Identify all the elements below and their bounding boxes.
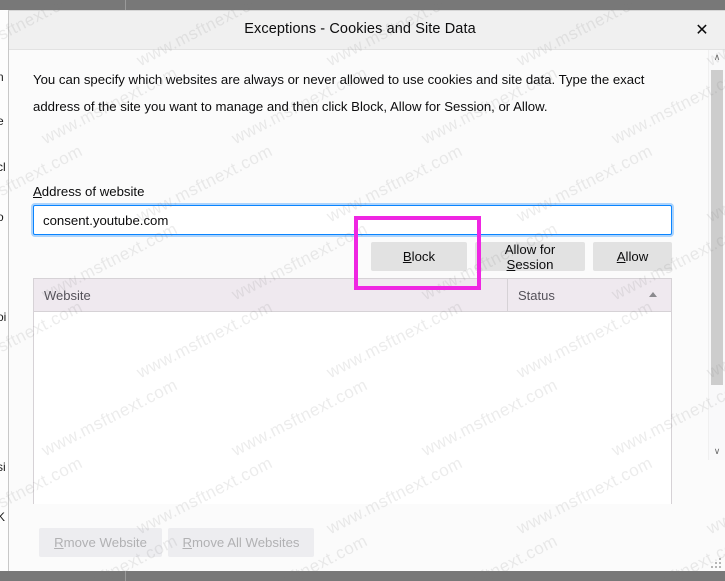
exceptions-table: Website Status xyxy=(33,278,672,504)
scroll-down-icon[interactable]: ∨ xyxy=(709,444,725,460)
remove-all-rest: move All Websites xyxy=(192,535,300,550)
column-header-status-label: Status xyxy=(518,287,555,303)
close-icon[interactable]: ✕ xyxy=(687,17,717,43)
block-label-rest: lock xyxy=(411,249,436,264)
background-fragment: cl xyxy=(0,160,6,174)
table-body-empty[interactable] xyxy=(34,312,671,504)
session-label-rest: ession xyxy=(515,257,554,272)
remove-website-rest: move Website xyxy=(63,535,147,550)
background-fragment: si xyxy=(0,460,6,474)
background-toolbar-bottom xyxy=(0,571,725,581)
description-line-2: address of the site you want to manage a… xyxy=(33,99,548,114)
dialog-title: Exceptions - Cookies and Site Data xyxy=(244,21,476,37)
exceptions-dialog: Exceptions - Cookies and Site Data ✕ You… xyxy=(8,10,725,571)
resize-grip[interactable] xyxy=(711,558,721,568)
allow-label-rest: llow xyxy=(625,249,649,264)
description-line-1: You can specify which websites are alway… xyxy=(33,72,645,87)
address-input[interactable] xyxy=(33,205,672,235)
background-fragment: e xyxy=(0,114,4,128)
dialog-scrollbar[interactable]: ∧ ∨ xyxy=(708,50,725,460)
background-fragment: n xyxy=(0,70,4,84)
background-text-fragments: n e cl o oi si K xyxy=(0,10,8,571)
remove-all-websites-button[interactable]: Rmove All Websites xyxy=(168,528,314,557)
column-header-status[interactable]: Status xyxy=(508,279,671,311)
background-toolbar-divider-bottom xyxy=(125,571,126,581)
remove-website-accesskey: R xyxy=(54,535,64,550)
address-field-label: Address of website xyxy=(33,184,144,199)
remove-website-button[interactable]: Rmove Website xyxy=(39,528,162,557)
column-header-website-label: Website xyxy=(44,287,91,303)
background-toolbar-top xyxy=(0,0,725,10)
remove-all-accesskey: R xyxy=(182,535,193,550)
session-accesskey: S xyxy=(506,257,516,272)
address-label-rest: ddress of website xyxy=(41,184,145,199)
address-label-accesskey: A xyxy=(33,184,42,199)
background-fragment: oi xyxy=(0,310,7,324)
allow-for-session-button[interactable]: Allow for Session xyxy=(475,242,585,272)
background-fragment: K xyxy=(0,510,6,524)
sort-ascending-icon xyxy=(649,292,657,297)
dialog-body: You can specify which websites are alway… xyxy=(9,50,725,571)
scroll-up-icon[interactable]: ∧ xyxy=(709,50,725,66)
allow-button[interactable]: Allow xyxy=(593,242,672,271)
dialog-titlebar: Exceptions - Cookies and Site Data ✕ xyxy=(9,11,725,50)
background-toolbar-divider-top xyxy=(125,0,126,10)
description-text: You can specify which websites are alway… xyxy=(33,66,663,120)
block-accesskey: B xyxy=(402,249,412,264)
allow-accesskey: A xyxy=(616,249,626,264)
session-label-prefix: Allow for xyxy=(504,242,556,257)
scrollbar-thumb[interactable] xyxy=(711,70,723,385)
block-button[interactable]: Block xyxy=(371,242,467,271)
column-header-website[interactable]: Website xyxy=(34,279,508,311)
background-fragment: o xyxy=(0,210,4,224)
table-header-row: Website Status xyxy=(34,279,671,312)
